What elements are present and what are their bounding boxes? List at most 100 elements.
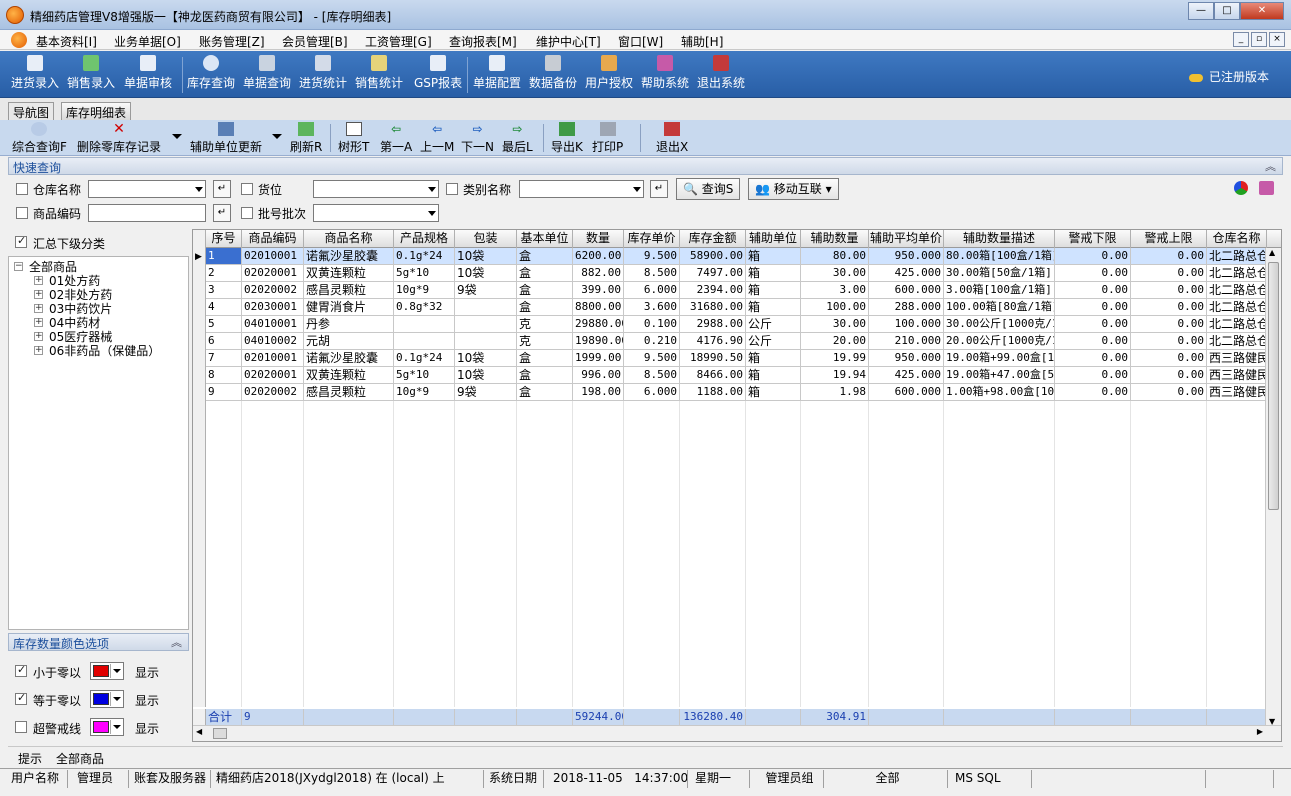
expand-icon[interactable]: + xyxy=(34,304,43,313)
tab-stock-detail[interactable]: 库存明细表 xyxy=(61,102,132,120)
summary-checkbox[interactable] xyxy=(15,234,27,248)
cell-price[interactable]: 0.100 xyxy=(624,316,680,333)
batch-select[interactable] xyxy=(313,204,439,222)
cell-aux-price[interactable]: 600.000 xyxy=(869,384,944,401)
cell-alert-low[interactable]: 0.00 xyxy=(1055,384,1131,401)
cell-aux-qty[interactable]: 30.00 xyxy=(801,265,869,282)
cell-name[interactable]: 丹参 xyxy=(304,316,394,333)
cell-code[interactable]: 02020002 xyxy=(242,282,304,299)
cell-aux-desc[interactable]: 1.00箱+98.00盒[100 xyxy=(944,384,1055,401)
cell-qty[interactable]: 6200.00 xyxy=(573,248,624,265)
cell-seq[interactable]: 1 xyxy=(206,248,242,265)
scroll-thumb[interactable] xyxy=(213,728,227,739)
cell-code[interactable]: 02020002 xyxy=(242,384,304,401)
product-code-input[interactable] xyxy=(88,204,206,222)
cell-spec[interactable]: 5g*10 xyxy=(394,367,455,384)
purchase-entry-button[interactable]: 进货录入 xyxy=(11,55,59,95)
cell-price[interactable]: 8.500 xyxy=(624,367,680,384)
column-header-unit[interactable]: 基本单位 xyxy=(517,230,573,248)
cell-aux-qty[interactable]: 30.00 xyxy=(801,316,869,333)
cell-qty[interactable]: 1999.00 xyxy=(573,350,624,367)
cell-aux-price[interactable]: 288.000 xyxy=(869,299,944,316)
cell-amount[interactable]: 31680.00 xyxy=(680,299,746,316)
cell-alert-high[interactable]: 0.00 xyxy=(1131,367,1207,384)
row-indicator[interactable] xyxy=(193,367,206,384)
cell-warehouse[interactable]: 北二路总仓 xyxy=(1207,316,1267,333)
column-header-aux-price[interactable]: 辅助平均单价 xyxy=(869,230,944,248)
tree-view-button[interactable]: 树形T xyxy=(338,122,369,154)
menu-accounting[interactable]: 账务管理[Z] xyxy=(199,33,265,50)
cell-aux-desc[interactable]: 30.00公斤[1000克/1 xyxy=(944,316,1055,333)
cell-aux-desc[interactable]: 100.00箱[80盒/1箱] xyxy=(944,299,1055,316)
row-indicator[interactable] xyxy=(193,333,206,350)
cell-code[interactable]: 04010002 xyxy=(242,333,304,350)
color-options-header[interactable]: 库存数量颜色选项 ︽ xyxy=(8,633,189,651)
cell-unit[interactable]: 克 xyxy=(517,333,573,350)
cell-aux-qty[interactable]: 3.00 xyxy=(801,282,869,299)
cell-unit[interactable]: 克 xyxy=(517,316,573,333)
column-header-seq[interactable]: 序号 xyxy=(206,230,242,248)
table-row[interactable]: ▶ 1 02010001 诺氟沙星胶囊 0.1g*24 10袋盒 6200.00 9.500 5… xyxy=(193,248,1267,265)
cell-aux-price[interactable]: 100.000 xyxy=(869,316,944,333)
collapse-chevron-icon[interactable]: ︽ xyxy=(1265,158,1276,174)
over-alert-color-picker[interactable] xyxy=(90,718,124,736)
cell-unit[interactable]: 盒 xyxy=(517,265,573,282)
cell-seq[interactable]: 6 xyxy=(206,333,242,350)
cell-name[interactable]: 元胡 xyxy=(304,333,394,350)
cell-qty[interactable]: 29880.00 xyxy=(573,316,624,333)
cell-unit[interactable]: 盒 xyxy=(517,299,573,316)
row-indicator[interactable] xyxy=(193,299,206,316)
cell-name[interactable]: 感昌灵颗粒 xyxy=(304,282,394,299)
expand-icon[interactable]: + xyxy=(34,276,43,285)
menu-salary[interactable]: 工资管理[G] xyxy=(365,33,432,50)
cell-spec[interactable] xyxy=(394,316,455,333)
aux-dropdown-icon[interactable] xyxy=(272,134,282,139)
query-button[interactable]: 🔍 查询S xyxy=(676,178,741,200)
cell-spec[interactable]: 0.8g*32 xyxy=(394,299,455,316)
table-row[interactable]: 6 04010002 元胡克 19890.00 0.210 4176.90 公斤 20.00 2… xyxy=(193,333,1267,350)
cell-code[interactable]: 02020001 xyxy=(242,265,304,282)
maximize-button[interactable]: □ xyxy=(1214,2,1240,20)
cell-pack[interactable]: 9袋 xyxy=(455,384,517,401)
menu-basic-data[interactable]: 基本资料[I] xyxy=(36,33,97,50)
cell-price[interactable]: 6.000 xyxy=(624,384,680,401)
first-record-button[interactable]: ⇦ 第一A xyxy=(380,122,412,154)
delete-dropdown-icon[interactable] xyxy=(172,134,182,139)
menu-maintenance[interactable]: 维护中心[T] xyxy=(536,33,601,50)
row-indicator[interactable] xyxy=(193,350,206,367)
cell-aux-qty[interactable]: 100.00 xyxy=(801,299,869,316)
column-header-aux-desc[interactable]: 辅助数量描述 xyxy=(944,230,1055,248)
column-header-alert-low[interactable]: 警戒下限 xyxy=(1055,230,1131,248)
minimize-button[interactable]: — xyxy=(1188,2,1214,20)
cell-warehouse[interactable]: 北二路总仓 xyxy=(1207,333,1267,350)
cell-seq[interactable]: 4 xyxy=(206,299,242,316)
combined-query-button[interactable]: 综合查询F xyxy=(12,122,67,154)
cell-qty[interactable]: 198.00 xyxy=(573,384,624,401)
cell-aux-qty[interactable]: 1.98 xyxy=(801,384,869,401)
batch-checkbox[interactable] xyxy=(241,207,253,219)
sales-entry-button[interactable]: 销售录入 xyxy=(67,55,115,95)
horizontal-scrollbar[interactable]: ◀ ▶ xyxy=(193,725,1281,741)
quick-query-header[interactable]: 快速查询 ︽ xyxy=(8,157,1283,175)
row-indicator[interactable] xyxy=(193,384,206,401)
expand-icon[interactable]: + xyxy=(34,290,43,299)
location-checkbox[interactable] xyxy=(241,183,253,195)
aux-unit-update-button[interactable]: 辅助单位更新 xyxy=(190,122,262,154)
cell-spec[interactable]: 10g*9 xyxy=(394,384,455,401)
collapse-icon[interactable]: − xyxy=(14,262,23,271)
cell-amount[interactable]: 7497.00 xyxy=(680,265,746,282)
gsp-report-button[interactable]: GSP报表 xyxy=(414,55,462,95)
tree-item-non-drugs[interactable]: 06非药品（保健品） xyxy=(49,342,160,359)
column-header-alert-high[interactable]: 警戒上限 xyxy=(1131,230,1207,248)
cell-qty[interactable]: 8800.00 xyxy=(573,299,624,316)
cell-code[interactable]: 02030001 xyxy=(242,299,304,316)
menu-business-docs[interactable]: 业务单据[O] xyxy=(114,33,181,50)
cell-name[interactable]: 双黄连颗粒 xyxy=(304,367,394,384)
cell-alert-high[interactable]: 0.00 xyxy=(1131,265,1207,282)
cell-warehouse[interactable]: 北二路总仓 xyxy=(1207,299,1267,316)
cell-spec[interactable]: 0.1g*24 xyxy=(394,248,455,265)
cell-seq[interactable]: 8 xyxy=(206,367,242,384)
cell-aux-price[interactable]: 425.000 xyxy=(869,265,944,282)
cell-alert-low[interactable]: 0.00 xyxy=(1055,333,1131,350)
column-header-spec[interactable]: 产品规格 xyxy=(394,230,455,248)
